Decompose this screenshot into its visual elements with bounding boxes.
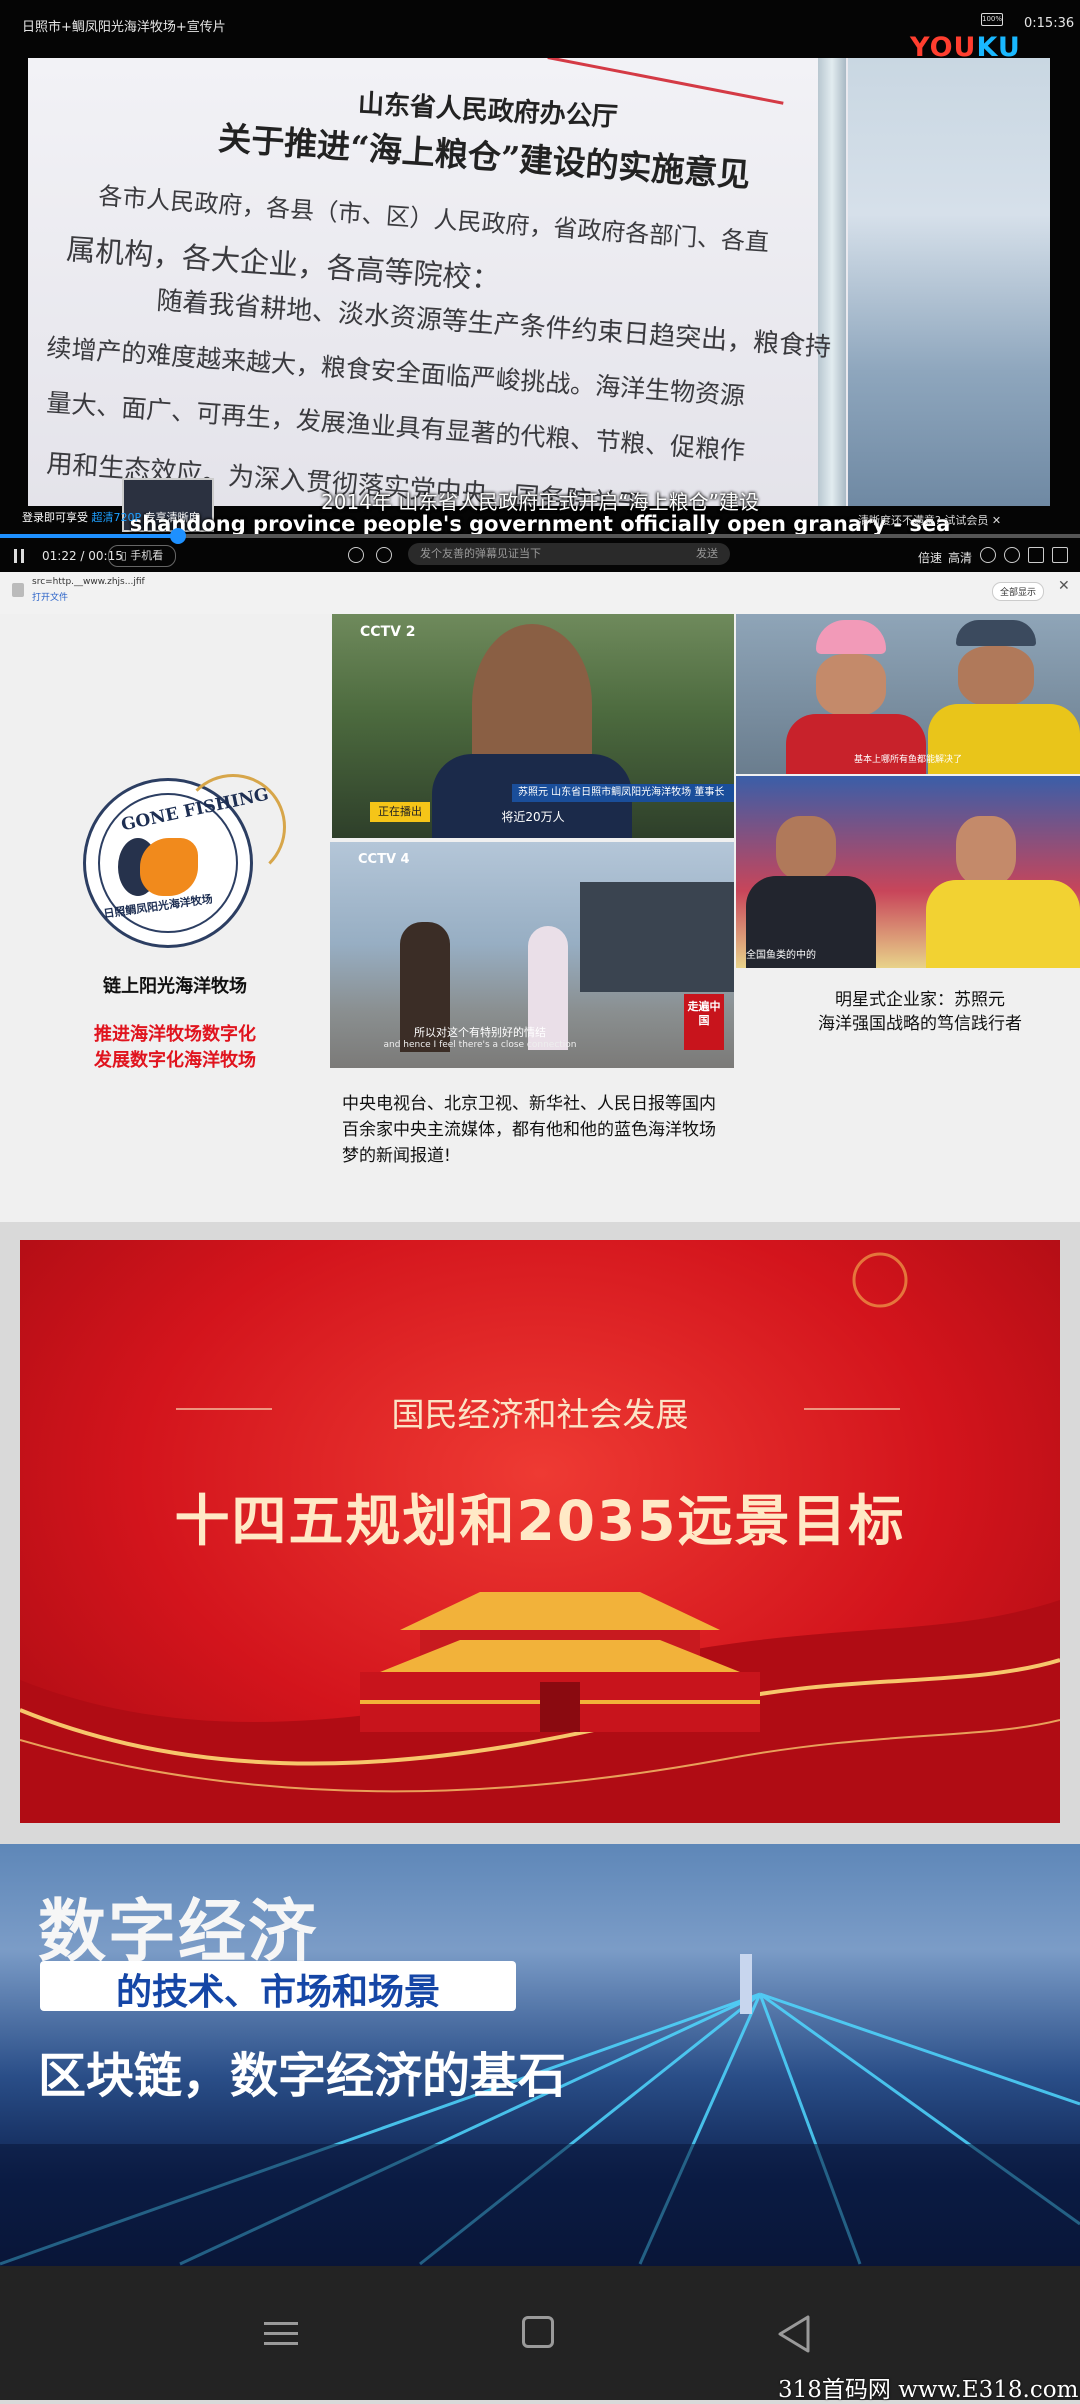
digital-economy-subtitle: 的技术、市场和场景 bbox=[115, 1972, 440, 2013]
home-icon[interactable] bbox=[522, 2316, 554, 2348]
tile3-subtitle-cn: 所以对这个有特别好的情结 bbox=[414, 1026, 546, 1039]
speed-button[interactable]: 倍速 bbox=[918, 549, 942, 566]
tile4-subtitle: 全国鱼类的中的 bbox=[746, 950, 816, 961]
menu-icon[interactable] bbox=[264, 2320, 298, 2348]
woman-jacket bbox=[786, 714, 926, 774]
media-tile-cctv2: CCTV 2 苏照元 山东省日照市鲷凤阳光海洋牧场 董事长 正在播出 将近20万… bbox=[332, 614, 734, 838]
open-file-link[interactable]: 打开文件 bbox=[32, 590, 68, 603]
ship bbox=[580, 882, 734, 992]
guest-face bbox=[956, 816, 1016, 886]
fish-icon bbox=[140, 838, 198, 896]
progress-handle[interactable] bbox=[170, 528, 186, 544]
glass-edge bbox=[818, 58, 846, 506]
entrepreneur-caption: 明星式企业家：苏照元 海洋强国战略的笃信践行者 bbox=[818, 990, 1022, 1034]
media-tile-cctv4: CCTV 4 走遍中国 所以对这个有特别好的情结 and hence I fee… bbox=[330, 842, 734, 1068]
tile2-subtitle: 基本上哪所有鱼都能解决了 bbox=[853, 755, 962, 765]
woman-face bbox=[816, 654, 886, 716]
back-icon[interactable] bbox=[776, 2314, 812, 2354]
subtitle-icon[interactable] bbox=[980, 547, 996, 563]
cctv4-logo: CCTV 4 bbox=[358, 852, 410, 867]
quality-button[interactable]: 高清 bbox=[948, 549, 972, 566]
media-tile-studio: 全国鱼类的中的 bbox=[736, 776, 1080, 968]
media-tile-interview-2: 基本上哪所有鱼都能解决了 bbox=[736, 614, 1080, 774]
vip-promo[interactable]: 清晰度还不满意? 试试会员 ✕ bbox=[858, 512, 1001, 528]
close-icon[interactable]: ✕ bbox=[1058, 578, 1070, 594]
slogan-line-1: 推进海洋牧场数字化 bbox=[94, 1024, 256, 1045]
cap bbox=[956, 620, 1036, 646]
tile3-subtitle-en: and hence I feel there's a close connect… bbox=[383, 1040, 577, 1050]
cctv2-logo: CCTV 2 bbox=[360, 624, 416, 640]
slogan-line-2: 发展数字化海洋牧场 bbox=[94, 1050, 256, 1071]
plan-title: 十四五规划和2035远景目标 bbox=[174, 1489, 906, 1553]
battery-icon: 100% bbox=[981, 13, 1003, 26]
clock: 0:15:36 bbox=[1024, 16, 1075, 31]
login-promo[interactable]: 登录即可享受 超清720P 专享清晰度 bbox=[22, 509, 200, 525]
lower-third-name: 苏照元 山东省日照市鲷凤阳光海洋牧场 董事长 bbox=[512, 784, 734, 802]
settings-icon[interactable] bbox=[1004, 547, 1020, 563]
host-face bbox=[776, 816, 836, 880]
image-viewer-bar bbox=[0, 572, 1080, 615]
file-icon bbox=[12, 583, 24, 597]
fullscreen-icon[interactable] bbox=[1052, 547, 1068, 563]
company-name: 链上阳光海洋牧场 bbox=[103, 976, 247, 997]
blockchain-slogan: 区块链，数字经济的基石 bbox=[38, 2048, 567, 2104]
file-url: src=http.__www.zhjs...jfif bbox=[32, 577, 145, 587]
tile1-subtitle: 将近20万人 bbox=[501, 810, 565, 824]
danmu-toggle-icon[interactable] bbox=[348, 547, 364, 563]
phone-watch-button[interactable]: ▯ 手机看 bbox=[108, 545, 176, 567]
pip-icon[interactable] bbox=[1028, 547, 1044, 563]
show-logo: 走遍中国 bbox=[684, 994, 724, 1050]
pause-icon[interactable] bbox=[14, 549, 26, 563]
danmu-input[interactable]: 发个友善的弹幕见证当下 发送 bbox=[408, 543, 730, 565]
man-face bbox=[958, 646, 1034, 706]
watermark: 318首码网 www.E318.com bbox=[778, 2377, 1079, 2403]
danmu-settings-icon[interactable] bbox=[376, 547, 392, 563]
pink-hat bbox=[816, 620, 886, 654]
progress-fill bbox=[0, 534, 178, 538]
show-all-button[interactable]: 全部显示 bbox=[992, 582, 1045, 601]
plan-subtitle: 国民经济和社会发展 bbox=[391, 1395, 689, 1434]
video-title: 日照市+鲷凤阳光海洋牧场+宣传片 bbox=[22, 20, 226, 35]
guest-outfit bbox=[926, 880, 1080, 968]
sea-background bbox=[848, 58, 1050, 506]
video-frame-document: 山东省人民政府办公厅 关于推进“海上粮仓”建设的实施意见 各市人民政府，各县（市… bbox=[28, 58, 1050, 506]
media-caption: 中央电视台、北京卫视、新华社、人民日报等国内百余家中央主流媒体，都有他和他的蓝色… bbox=[342, 1094, 716, 1166]
